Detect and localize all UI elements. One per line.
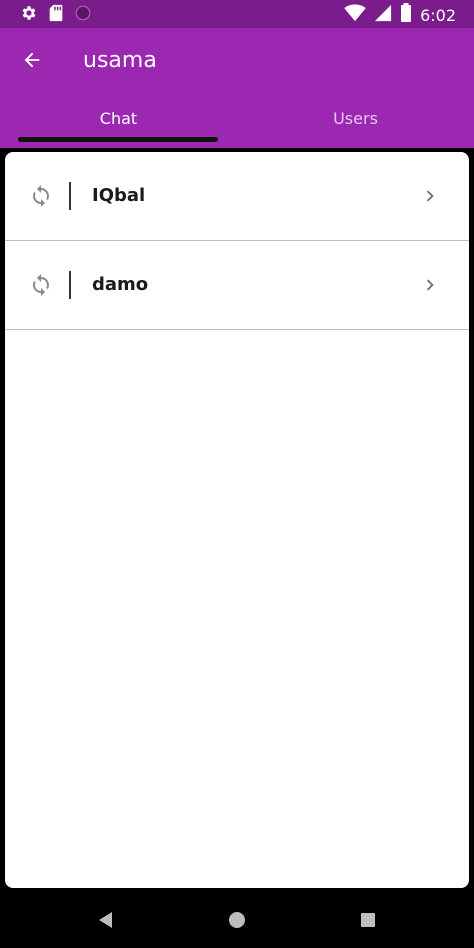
list-item-name: damo xyxy=(92,274,149,295)
list-item[interactable]: damo xyxy=(5,241,469,330)
status-bar: 6:02 xyxy=(0,0,474,28)
refresh-icon xyxy=(29,273,53,297)
tab-users[interactable]: Users xyxy=(237,100,474,144)
status-right: 6:02 xyxy=(344,3,456,28)
wifi-icon xyxy=(344,4,366,27)
home-circle-icon[interactable] xyxy=(225,908,249,932)
list-item[interactable]: IQbal xyxy=(5,152,469,241)
signal-icon xyxy=(374,4,392,27)
chevron-right-icon xyxy=(419,185,441,207)
settings-icon xyxy=(20,4,38,27)
status-time: 6:02 xyxy=(420,5,456,25)
screen: 6:02 usama Chat Users IQbal damo xyxy=(0,0,474,948)
tab-chat-label: Chat xyxy=(99,109,138,128)
chevron-right-icon xyxy=(419,274,441,296)
app-bar: usama Chat Users xyxy=(0,28,474,148)
item-divider xyxy=(69,271,71,299)
arrow-back-icon xyxy=(21,49,43,76)
tab-users-label: Users xyxy=(333,109,378,128)
sd-card-icon xyxy=(48,4,64,27)
refresh-icon xyxy=(29,184,53,208)
back-button[interactable] xyxy=(14,44,50,80)
back-triangle-icon[interactable] xyxy=(94,908,118,932)
system-nav-bar xyxy=(0,890,474,948)
recents-square-icon[interactable] xyxy=(356,908,380,932)
tab-indicator xyxy=(18,137,218,142)
chat-list-card: IQbal damo xyxy=(5,152,469,888)
battery-icon xyxy=(400,3,412,28)
list-item-name: IQbal xyxy=(92,185,146,206)
page-title: usama xyxy=(83,48,157,73)
status-left xyxy=(20,4,92,27)
item-divider xyxy=(69,182,71,210)
circle-icon xyxy=(74,4,92,27)
